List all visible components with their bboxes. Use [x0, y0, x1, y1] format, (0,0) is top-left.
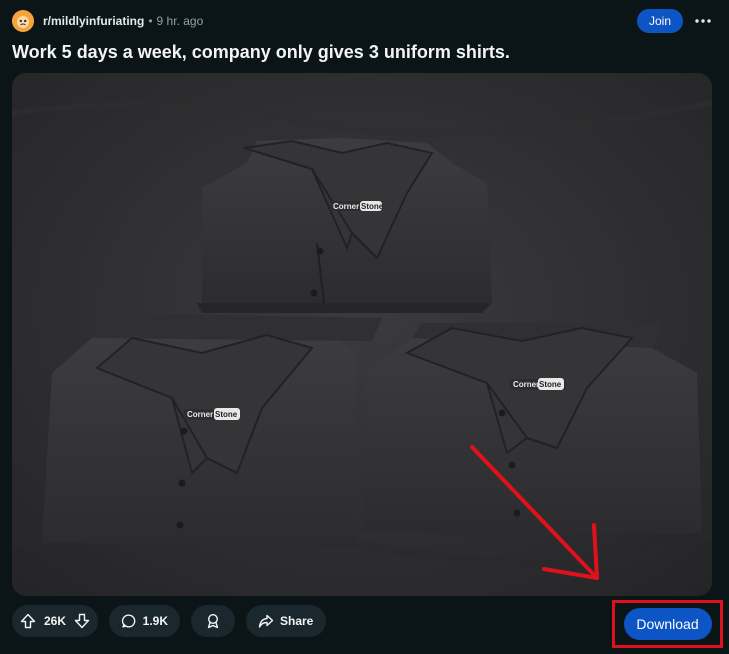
award-icon: [207, 613, 219, 629]
svg-text:Corner: Corner: [513, 380, 539, 389]
meta-separator: •: [148, 14, 153, 28]
reddit-post: r/mildlyinfuriating • 9 hr. ago Join Wor…: [0, 0, 729, 654]
download-highlight-box: Download: [612, 600, 723, 648]
vote-control: 26K: [12, 605, 98, 637]
svg-text:Stone: Stone: [539, 380, 562, 389]
post-title[interactable]: Work 5 days a week, company only gives 3…: [12, 42, 510, 63]
share-button[interactable]: Share: [246, 605, 326, 637]
subreddit-avatar[interactable]: [12, 10, 34, 32]
award-button[interactable]: [191, 605, 235, 637]
svg-text:Corner: Corner: [187, 410, 213, 419]
join-button[interactable]: Join: [637, 9, 683, 33]
post-time: 9 hr. ago: [156, 14, 204, 28]
svg-text:Corner: Corner: [333, 202, 359, 211]
post-header: r/mildlyinfuriating • 9 hr. ago: [12, 9, 203, 33]
left-shirt: Corner Stone: [42, 313, 382, 543]
more-icon: [695, 19, 711, 23]
comments-button[interactable]: 1.9K: [109, 605, 180, 637]
share-label: Share: [280, 614, 314, 628]
subreddit-name[interactable]: r/mildlyinfuriating: [43, 14, 144, 28]
action-bar: 26K 1.9K Share: [12, 605, 326, 637]
svg-text:Stone: Stone: [361, 202, 384, 211]
share-icon: [258, 614, 274, 628]
right-shirt: Corner Stone: [362, 323, 702, 533]
svg-text:Stone: Stone: [215, 410, 238, 419]
download-button[interactable]: Download: [623, 608, 712, 640]
subreddit-avatar-icon: [12, 10, 34, 32]
more-options-button[interactable]: [691, 9, 715, 33]
comment-icon: [121, 614, 136, 628]
vote-count: 26K: [43, 614, 66, 628]
comment-count: 1.9K: [142, 614, 168, 628]
upvote-icon[interactable]: [20, 613, 36, 629]
post-image[interactable]: Corner Stone Corner Stone Corner Stone: [12, 73, 712, 596]
downvote-icon[interactable]: [74, 613, 90, 629]
shirts-photo: Corner Stone Corner Stone Corner Stone: [12, 73, 712, 596]
